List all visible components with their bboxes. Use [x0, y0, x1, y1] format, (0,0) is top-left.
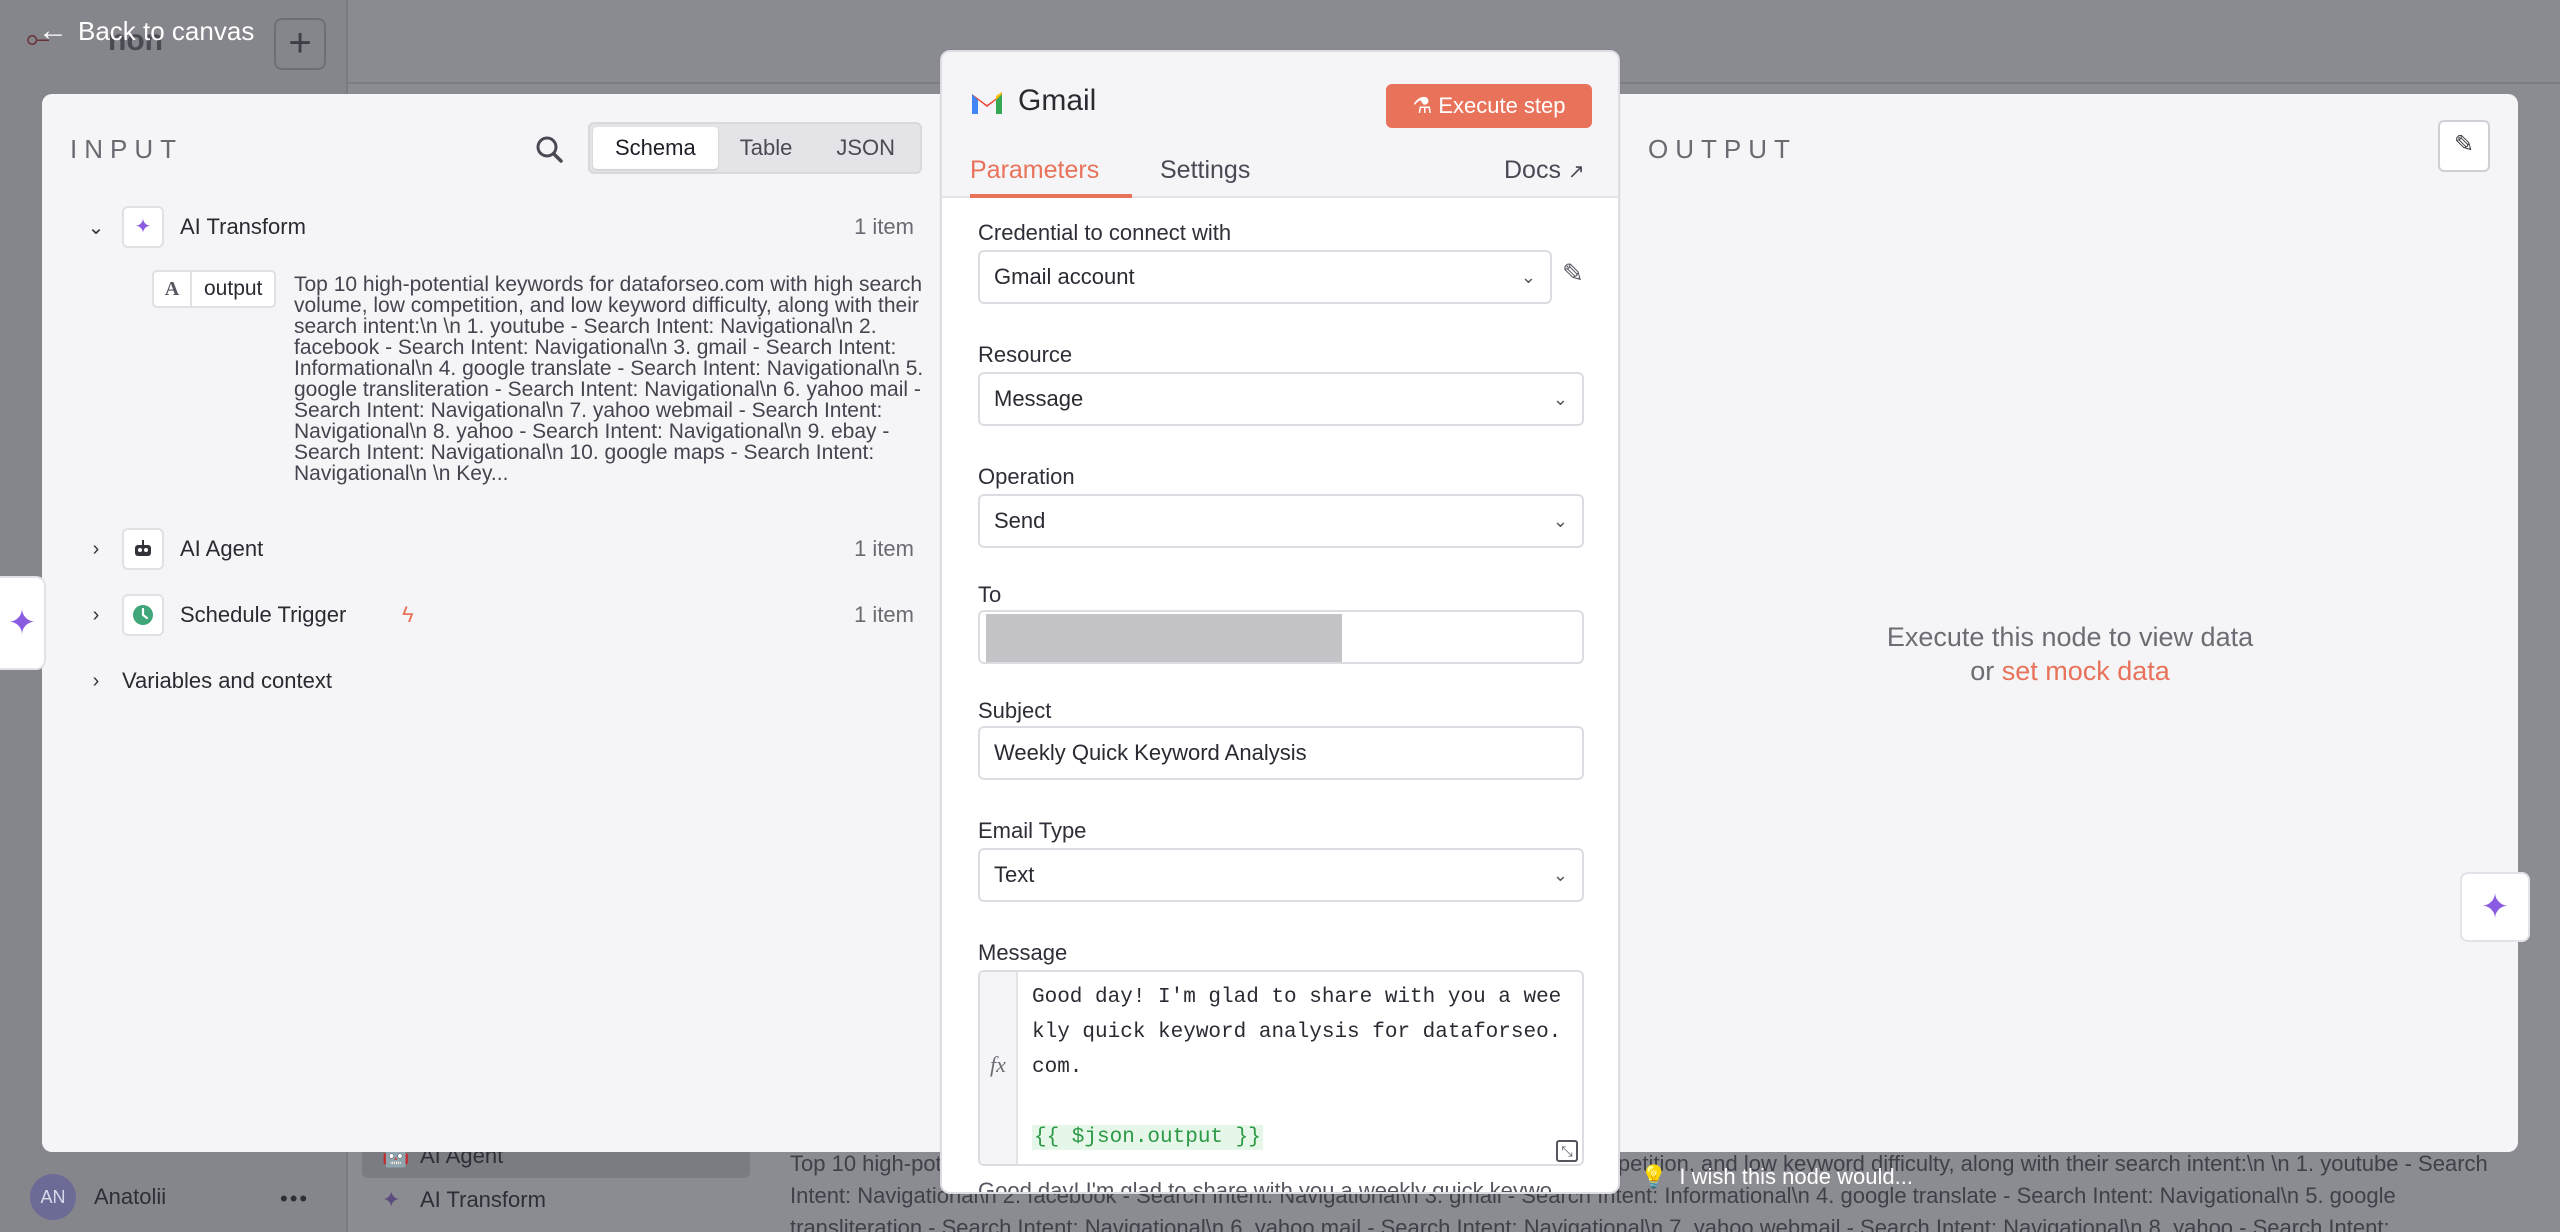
expression-fx-icon: fx [980, 972, 1018, 1164]
ai-assistant-tab[interactable]: ✦ [0, 576, 46, 670]
schema-node-schedule-trigger[interactable]: › Schedule Trigger ϟ 1 item [42, 590, 922, 640]
create-button[interactable]: + [274, 18, 326, 70]
robot-icon [122, 528, 164, 570]
view-mode-schema[interactable]: Schema [593, 127, 718, 169]
back-to-canvas-label: Back to canvas [78, 15, 255, 46]
schema-node-ai-agent[interactable]: › AI Agent 1 item [42, 524, 922, 574]
resource-select[interactable]: Message ⌄ [978, 372, 1584, 426]
variables-and-context[interactable]: › Variables and context [42, 656, 922, 706]
operation-label: Operation [978, 464, 1075, 489]
message-text[interactable]: Good day! I'm glad to share with you a w… [1032, 980, 1572, 1155]
email-type-value: Text [994, 862, 1035, 887]
item-count: 1 item [854, 536, 914, 561]
output-panel-title: OUTPUT [1648, 134, 1797, 164]
gmail-icon [972, 92, 1002, 114]
credential-label: Credential to connect with [978, 220, 1232, 245]
node-name: AI Agent [180, 536, 264, 561]
docs-link[interactable]: Docs ↗ [1504, 156, 1585, 185]
tab-parameters[interactable]: Parameters [970, 156, 1099, 185]
execute-step-label: Execute step [1438, 93, 1566, 118]
clock-icon [122, 594, 164, 636]
message-preview: Good day! I'm glad to share with you a w… [978, 1178, 1571, 1194]
avatar: AN [30, 1174, 76, 1220]
more-icon[interactable]: ••• [280, 1186, 309, 1212]
mock-data-line: or set mock data [1840, 654, 2300, 688]
trigger-bolt-icon: ϟ [402, 602, 414, 627]
message-expression: {{ $json.output }} [1032, 1125, 1263, 1150]
user-name: Anatolii [94, 1184, 167, 1209]
ai-assistant-button[interactable]: ✦ [2460, 872, 2530, 942]
chevron-down-icon: ⌄ [1552, 511, 1568, 531]
input-panel: INPUT Schema Table JSON ⌄ ✦ AI Transform… [42, 94, 942, 1152]
chevron-down-icon: ⌄ [1552, 389, 1568, 409]
wish-label: I wish this node would... [1679, 1164, 1913, 1189]
credential-value: Gmail account [994, 264, 1135, 289]
sparkle-icon: ✦ [122, 206, 164, 248]
edit-credential-icon[interactable]: ✎ [1562, 258, 1584, 289]
email-type-label: Email Type [978, 818, 1087, 843]
user-menu[interactable]: AN Anatolii [30, 1174, 166, 1220]
arrow-left-icon: ← [38, 14, 68, 47]
chevron-right-icon[interactable]: › [84, 538, 108, 561]
text-type-icon: A [154, 272, 192, 306]
search-icon[interactable] [530, 130, 570, 170]
node-feedback-link[interactable]: 💡 I wish this node would... [1640, 1164, 1913, 1190]
expand-editor-icon[interactable]: ⤡ [1556, 1140, 1578, 1162]
edit-output-button[interactable]: ✎ [2438, 120, 2490, 172]
flask-icon: ⚗ [1412, 93, 1433, 118]
email-type-select[interactable]: Text ⌄ [978, 848, 1584, 902]
docs-label: Docs [1504, 156, 1561, 184]
or-text: or [1970, 656, 1995, 686]
set-mock-data-link[interactable]: set mock data [2002, 656, 2170, 686]
credential-select[interactable]: Gmail account ⌄ [978, 250, 1552, 304]
pencil-icon: ✎ [2453, 131, 2475, 158]
view-mode-switcher: Schema Table JSON [588, 122, 922, 174]
variables-label: Variables and context [122, 668, 332, 693]
subject-value: Weekly Quick Keyword Analysis [994, 740, 1307, 765]
external-link-icon: ↗ [1567, 161, 1585, 183]
node-name: AI Transform [180, 214, 306, 239]
field-name: output [204, 277, 263, 300]
view-mode-table[interactable]: Table [718, 127, 815, 169]
tab-settings[interactable]: Settings [1160, 156, 1250, 185]
output-empty-state: Execute this node to view data or set mo… [1840, 620, 2300, 688]
to-label: To [978, 582, 1002, 607]
node-name: Schedule Trigger [180, 602, 347, 627]
input-panel-title: INPUT [70, 134, 183, 164]
card-header: Gmail ⚗ Execute step Parameters Settings… [942, 52, 1618, 198]
subject-field[interactable]: Weekly Quick Keyword Analysis [978, 726, 1584, 780]
field-value: Top 10 high-potential keywords for dataf… [294, 273, 924, 485]
message-label: Message [978, 940, 1068, 965]
empty-output-text: Execute this node to view data [1886, 622, 2254, 652]
redacted-email [986, 614, 1342, 662]
subject-label: Subject [978, 698, 1052, 723]
execute-step-button[interactable]: ⚗ Execute step [1386, 84, 1592, 128]
node-title: Gmail [1018, 84, 1097, 117]
resource-label: Resource [978, 342, 1073, 367]
operation-select[interactable]: Send ⌄ [978, 494, 1584, 548]
active-tab-indicator [970, 194, 1132, 198]
node-parameters-card: Gmail ⚗ Execute step Parameters Settings… [940, 50, 1620, 1194]
schema-field-output[interactable]: A output [152, 270, 277, 308]
operation-value: Send [994, 508, 1046, 533]
to-field[interactable] [978, 610, 1584, 664]
resource-value: Message [994, 386, 1084, 411]
back-to-canvas-link[interactable]: ← Back to canvas [38, 14, 254, 48]
chevron-down-icon[interactable]: ⌄ [84, 215, 108, 240]
view-mode-json[interactable]: JSON [814, 127, 917, 169]
chevron-down-icon: ⌄ [1520, 267, 1536, 287]
sparkle-icon: ✦ [382, 1187, 401, 1212]
schema-node-ai-transform[interactable]: ⌄ ✦ AI Transform 1 item [42, 202, 922, 252]
list-item: ✦ AI Transform [362, 1178, 750, 1222]
item-count: 1 item [854, 602, 914, 627]
chevron-right-icon[interactable]: › [84, 670, 108, 693]
chevron-right-icon[interactable]: › [84, 604, 108, 627]
message-editor[interactable]: fx Good day! I'm glad to share with you … [978, 970, 1584, 1166]
item-count: 1 item [854, 214, 914, 239]
lightbulb-icon: 💡 [1640, 1164, 1668, 1189]
chevron-down-icon: ⌄ [1552, 865, 1568, 885]
